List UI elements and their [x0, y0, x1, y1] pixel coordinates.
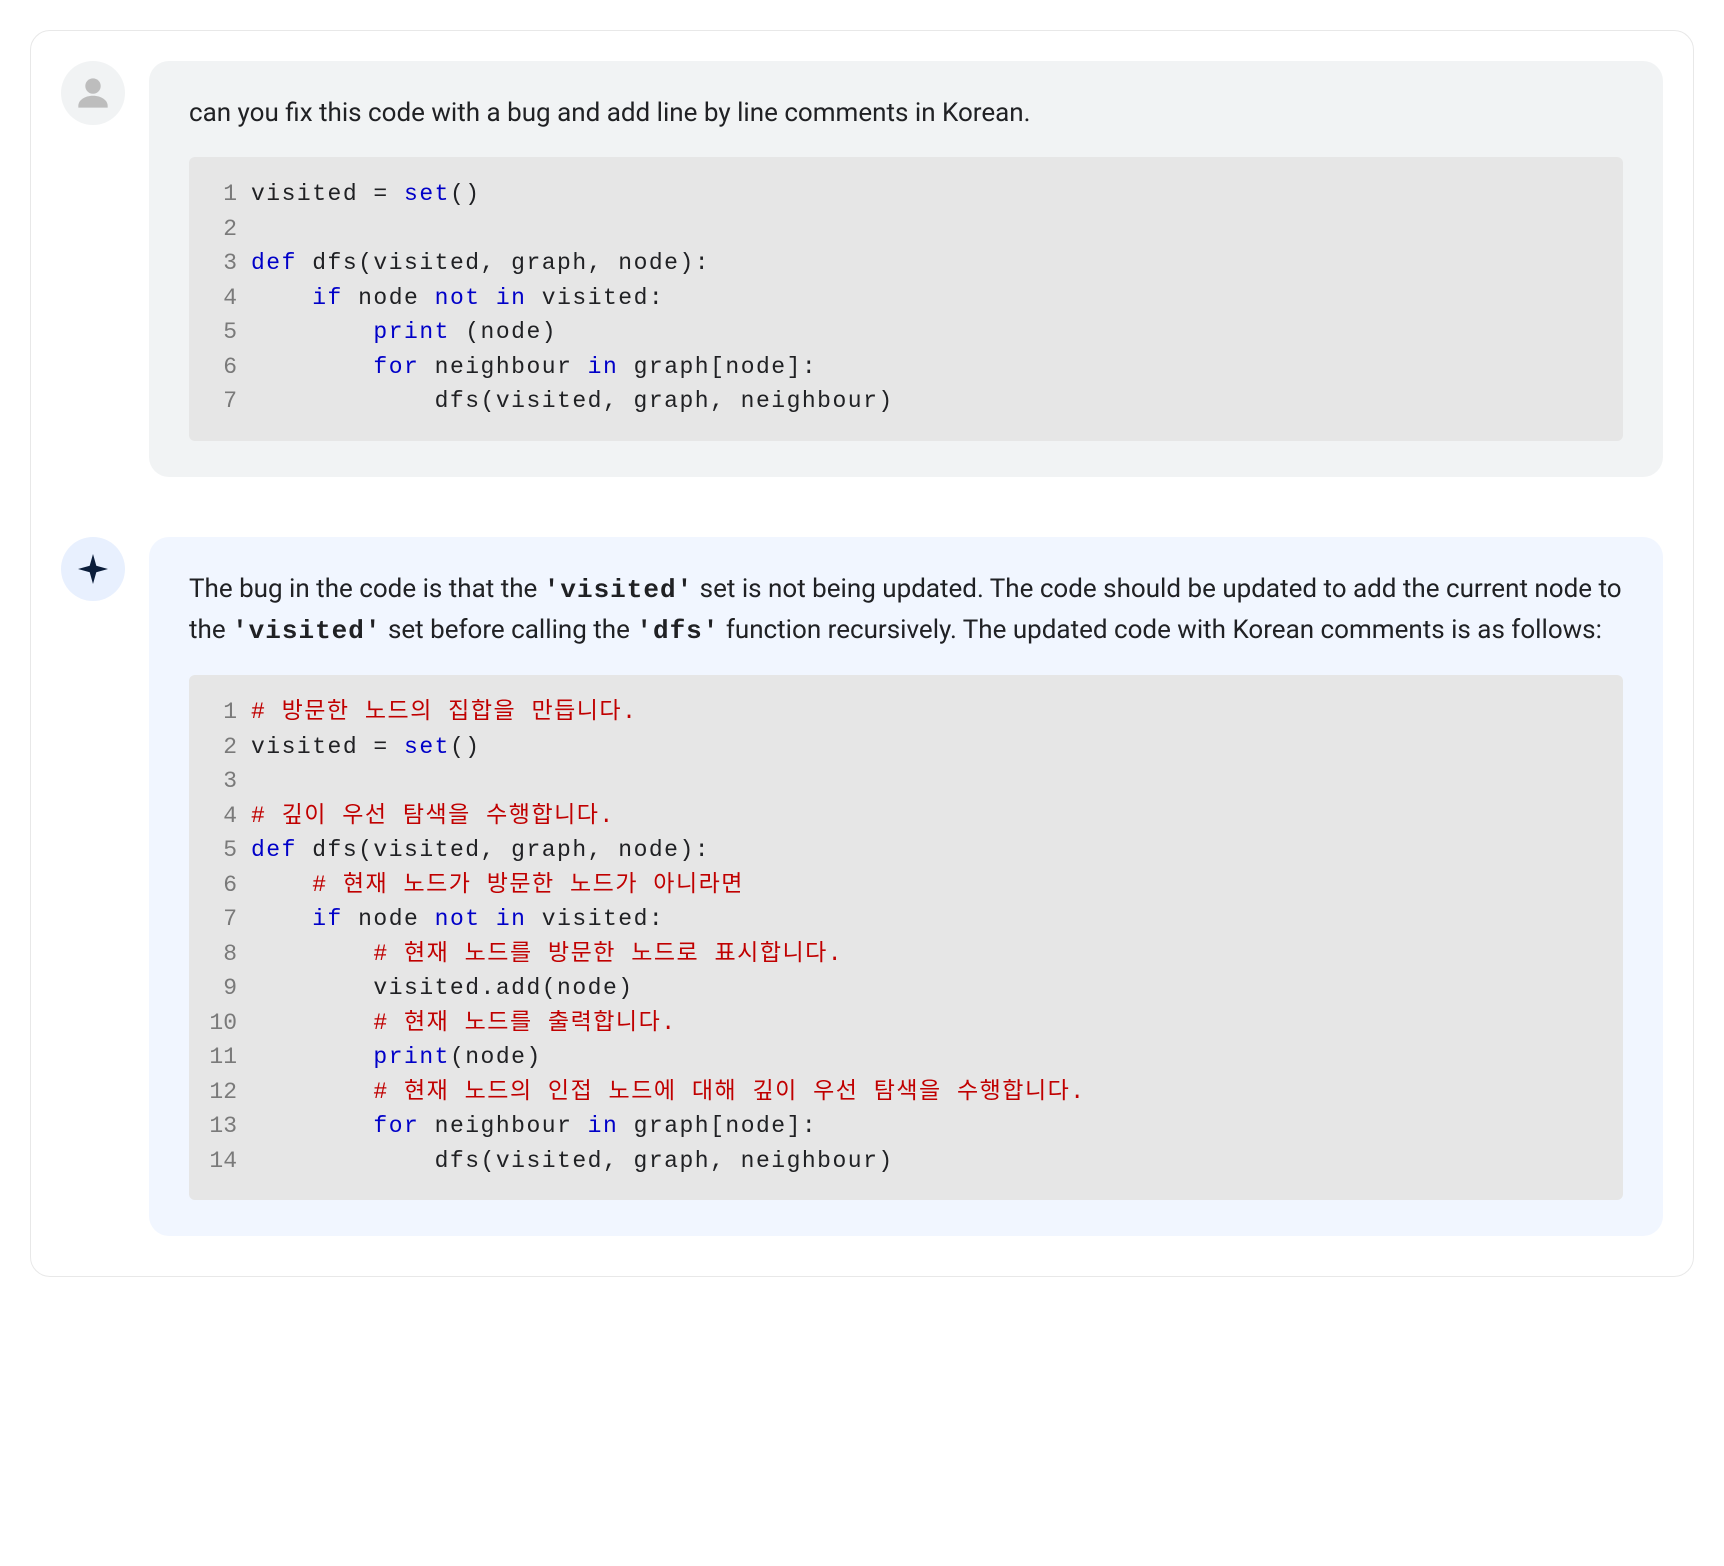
code-line: 2visited = set()	[207, 730, 1599, 765]
code-line: 14 dfs(visited, graph, neighbour)	[207, 1144, 1599, 1179]
sparkle-icon	[75, 551, 111, 587]
code-line: 5 print (node)	[207, 315, 1599, 350]
conversation-card: can you fix this code with a bug and add…	[30, 30, 1694, 1277]
code-line: 1# 방문한 노드의 집합을 만듭니다.	[207, 695, 1599, 730]
code-line: 7 if node not in visited:	[207, 902, 1599, 937]
line-content	[251, 764, 1599, 799]
line-number: 8	[207, 937, 251, 972]
code-line: 6 for neighbour in graph[node]:	[207, 350, 1599, 385]
line-number: 12	[207, 1075, 251, 1110]
line-number: 11	[207, 1040, 251, 1075]
code-line: 4# 깊이 우선 탐색을 수행합니다.	[207, 799, 1599, 834]
code-line: 9 visited.add(node)	[207, 971, 1599, 1006]
code-line: 7 dfs(visited, graph, neighbour)	[207, 384, 1599, 419]
line-content: for neighbour in graph[node]:	[251, 1109, 1599, 1144]
code-line: 4 if node not in visited:	[207, 281, 1599, 316]
assistant-bubble: The bug in the code is that the 'visited…	[149, 537, 1663, 1237]
line-content: dfs(visited, graph, neighbour)	[251, 1144, 1599, 1179]
line-content: # 현재 노드를 출력합니다.	[251, 1006, 1599, 1041]
line-content: # 현재 노드가 방문한 노드가 아니라면	[251, 868, 1599, 903]
line-content: visited.add(node)	[251, 971, 1599, 1006]
code-line: 6 # 현재 노드가 방문한 노드가 아니라면	[207, 868, 1599, 903]
assistant-avatar	[61, 537, 125, 601]
line-number: 2	[207, 212, 251, 247]
line-number: 7	[207, 384, 251, 419]
line-content: for neighbour in graph[node]:	[251, 350, 1599, 385]
user-turn: can you fix this code with a bug and add…	[61, 61, 1663, 477]
line-number: 4	[207, 799, 251, 834]
assistant-turn: The bug in the code is that the 'visited…	[61, 537, 1663, 1237]
line-content: # 방문한 노드의 집합을 만듭니다.	[251, 695, 1599, 730]
person-icon	[71, 71, 115, 115]
line-number: 9	[207, 971, 251, 1006]
line-content	[251, 212, 1599, 247]
line-content: visited = set()	[251, 730, 1599, 765]
code-line: 2	[207, 212, 1599, 247]
line-number: 3	[207, 246, 251, 281]
line-content: def dfs(visited, graph, node):	[251, 246, 1599, 281]
code-line: 3	[207, 764, 1599, 799]
line-content: print(node)	[251, 1040, 1599, 1075]
code-line: 5def dfs(visited, graph, node):	[207, 833, 1599, 868]
line-number: 1	[207, 695, 251, 730]
line-number: 3	[207, 764, 251, 799]
line-content: print (node)	[251, 315, 1599, 350]
line-content: # 깊이 우선 탐색을 수행합니다.	[251, 799, 1599, 834]
code-line: 3def dfs(visited, graph, node):	[207, 246, 1599, 281]
code-line: 13 for neighbour in graph[node]:	[207, 1109, 1599, 1144]
code-line: 1visited = set()	[207, 177, 1599, 212]
code-line: 11 print(node)	[207, 1040, 1599, 1075]
line-content: # 현재 노드를 방문한 노드로 표시합니다.	[251, 937, 1599, 972]
line-number: 6	[207, 868, 251, 903]
line-number: 4	[207, 281, 251, 316]
line-number: 5	[207, 833, 251, 868]
code-line: 12 # 현재 노드의 인접 노드에 대해 깊이 우선 탐색을 수행합니다.	[207, 1075, 1599, 1110]
line-content: visited = set()	[251, 177, 1599, 212]
line-content: # 현재 노드의 인접 노드에 대해 깊이 우선 탐색을 수행합니다.	[251, 1075, 1599, 1110]
user-code-block: 1visited = set()23def dfs(visited, graph…	[189, 157, 1623, 441]
line-number: 13	[207, 1109, 251, 1144]
line-number: 7	[207, 902, 251, 937]
user-avatar	[61, 61, 125, 125]
line-number: 2	[207, 730, 251, 765]
line-number: 5	[207, 315, 251, 350]
code-line: 8 # 현재 노드를 방문한 노드로 표시합니다.	[207, 937, 1599, 972]
line-number: 10	[207, 1006, 251, 1041]
line-number: 1	[207, 177, 251, 212]
assistant-code-block: 1# 방문한 노드의 집합을 만듭니다.2visited = set()34# …	[189, 675, 1623, 1200]
line-content: if node not in visited:	[251, 902, 1599, 937]
line-number: 14	[207, 1144, 251, 1179]
line-number: 6	[207, 350, 251, 385]
assistant-response-text: The bug in the code is that the 'visited…	[189, 569, 1623, 652]
line-content: if node not in visited:	[251, 281, 1599, 316]
line-content: dfs(visited, graph, neighbour)	[251, 384, 1599, 419]
user-prompt-text: can you fix this code with a bug and add…	[189, 93, 1623, 133]
code-line: 10 # 현재 노드를 출력합니다.	[207, 1006, 1599, 1041]
line-content: def dfs(visited, graph, node):	[251, 833, 1599, 868]
user-bubble: can you fix this code with a bug and add…	[149, 61, 1663, 477]
